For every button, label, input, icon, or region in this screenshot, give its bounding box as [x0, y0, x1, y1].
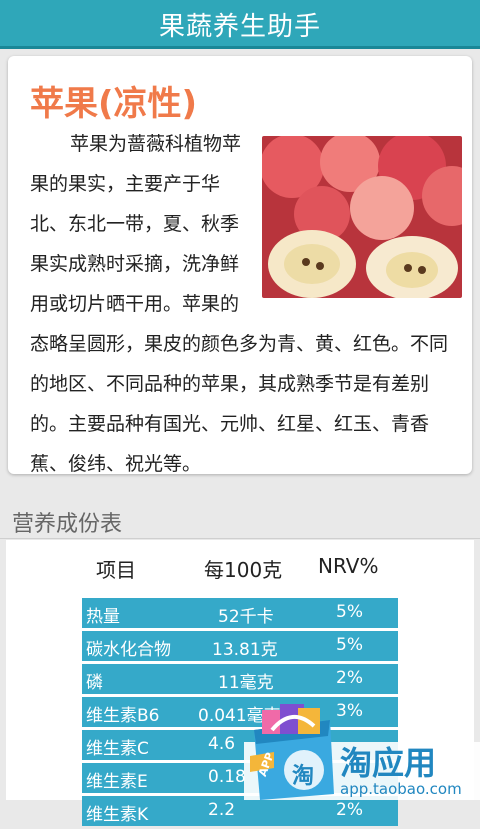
row-nrv: 2% — [336, 668, 363, 688]
ad-brand-text: 淘应用 — [340, 744, 437, 782]
taobao-app-ad[interactable]: APP 淘 淘应用 app.taobao.com — [244, 696, 480, 800]
row-amount: 11毫克 — [218, 673, 274, 693]
section-divider — [0, 538, 480, 539]
row-item: 维生素C — [86, 739, 149, 759]
nutrition-section-title: 营养成份表 — [12, 512, 123, 537]
apple-photo — [262, 136, 462, 298]
row-item: 磷 — [86, 673, 103, 693]
table-row: 维生素K 2.2 2% — [82, 796, 398, 826]
row-amount: 0.18 — [208, 767, 246, 787]
fruit-name: 苹果(凉性) — [30, 84, 198, 124]
row-amount: 4.6 — [208, 734, 236, 754]
fruit-card: 苹果(凉性) 苹果为蔷薇科植物苹果的果实，主要产于华北、东北一带，夏、秋季果实成… — [8, 56, 472, 475]
header-nrv: NRV% — [318, 554, 379, 578]
row-item: 维生素E — [86, 772, 148, 792]
header-amount: 每100克 — [204, 558, 283, 582]
title-bar: 果蔬养生助手 — [0, 0, 480, 49]
table-header: 项目 每100克 NRV% — [6, 554, 474, 588]
header-item: 项目 — [96, 558, 136, 582]
row-amount: 2.2 — [208, 800, 236, 820]
row-nrv: 2% — [336, 800, 363, 820]
ad-url-text: app.taobao.com — [340, 780, 462, 798]
row-amount: 13.81克 — [212, 640, 278, 660]
bag-char: 淘 — [292, 764, 315, 789]
row-item: 维生素B6 — [86, 706, 160, 726]
table-row: 碳水化合物 13.81克 5% — [82, 631, 398, 661]
app-title: 果蔬养生助手 — [158, 12, 321, 42]
row-item: 碳水化合物 — [86, 640, 171, 660]
row-item: 维生素K — [86, 805, 149, 825]
table-row: 磷 11毫克 2% — [82, 664, 398, 694]
row-nrv: 5% — [336, 635, 363, 655]
row-amount: 52千卡 — [218, 607, 274, 627]
table-row: 热量 52千卡 5% — [82, 598, 398, 628]
row-nrv: 5% — [336, 602, 363, 622]
fruit-description-block: 苹果为蔷薇科植物苹果的果实，主要产于华北、东北一带，夏、秋季果实成熟时采摘，洗净… — [30, 124, 462, 484]
row-item: 热量 — [86, 607, 120, 627]
